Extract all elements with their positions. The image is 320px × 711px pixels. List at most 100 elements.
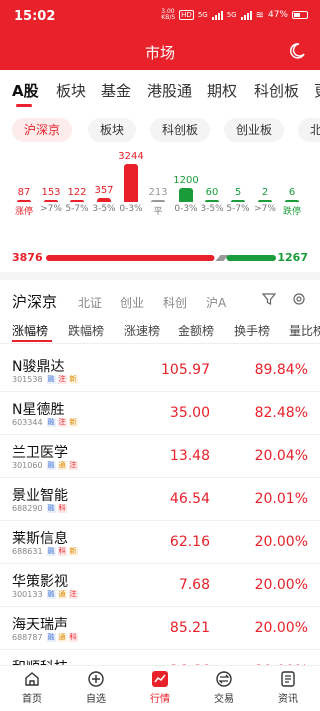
stock-row[interactable]: 华策影视 300133 融通注 7.68 20.00%: [0, 565, 320, 607]
tab-more[interactable]: 更: [314, 80, 320, 101]
stock-price: 85.21: [169, 620, 210, 636]
tab-underline: [16, 104, 32, 107]
nav-news-label: 资讯: [278, 694, 298, 705]
stock-meta: 688787 融通科: [12, 633, 78, 642]
stock-change: 82.48%: [254, 405, 308, 421]
stock-row[interactable]: 兰卫医学 301060 融通注 13.48 20.04%: [0, 436, 320, 478]
stock-code: 301538: [12, 375, 43, 384]
nav-trade-label: 交易: [214, 694, 234, 705]
stock-code: 300133: [12, 590, 43, 599]
chip-sectors[interactable]: 板块: [88, 118, 137, 142]
stock-price: 46.54: [169, 491, 210, 507]
rank-tab-speed[interactable]: 涨速榜: [124, 322, 160, 339]
nav-watchlist[interactable]: 自选: [64, 670, 128, 705]
nav-home[interactable]: 首页: [0, 670, 64, 705]
filter-icon[interactable]: [262, 292, 276, 306]
market-tab-star[interactable]: 科创: [163, 294, 187, 311]
market-tab-bse[interactable]: 北证: [78, 294, 102, 311]
stock-tag: 融: [46, 590, 56, 599]
tab-a-shares[interactable]: A股: [12, 80, 39, 101]
stock-tag: 融: [46, 461, 56, 470]
tab-star-market[interactable]: 科创板: [254, 80, 299, 101]
bottom-nav: 首页 自选 行情 交易 资讯: [0, 665, 320, 711]
dist-bar: [205, 200, 219, 202]
rank-tab-amount[interactable]: 金额榜: [178, 322, 214, 339]
main-tabs: A股 板块 基金 港股通 期权 科创板 更: [0, 76, 320, 108]
dist-count: 6: [288, 187, 296, 198]
stock-meta: 603344 融注新: [12, 418, 78, 427]
section-divider: [0, 272, 320, 280]
stock-tag: 科: [68, 633, 78, 642]
up-down-ratio: 3876 1267: [0, 249, 320, 267]
stock-tag: 科: [57, 547, 67, 556]
status-time: 15:02: [14, 9, 56, 24]
rank-tabs: 涨幅榜 跌幅榜 涨速榜 金额榜 换手榜 量比榜: [0, 318, 320, 344]
stock-row[interactable]: 海天瑞声 688787 融通科 85.21 20.00%: [0, 608, 320, 650]
news-icon: [281, 671, 295, 687]
dist-bar: [17, 200, 31, 202]
stock-row[interactable]: N星德胜 603344 融注新 35.00 82.48%: [0, 393, 320, 435]
stock-tag: 新: [68, 547, 78, 556]
chip-chinext[interactable]: 创业板: [224, 118, 285, 142]
stock-row[interactable]: 景业智能 688290 融科 46.54 20.01%: [0, 479, 320, 521]
nav-home-label: 首页: [22, 694, 42, 705]
rank-tab-losers[interactable]: 跌幅榜: [68, 322, 104, 339]
nav-news[interactable]: 资讯: [256, 670, 320, 705]
rank-tab-volume-ratio[interactable]: 量比榜: [289, 322, 320, 339]
stock-row[interactable]: 莱斯信息 688631 融科新 62.16 20.00%: [0, 522, 320, 564]
stock-tag: 注: [68, 590, 78, 599]
stock-tag: 注: [57, 418, 67, 427]
chip-bse[interactable]: 北: [298, 118, 320, 142]
nav-trade[interactable]: 交易: [192, 670, 256, 705]
stock-price: 105.97: [161, 362, 210, 378]
ratio-down-segment: [226, 255, 276, 261]
stock-tag: 融: [46, 418, 56, 427]
stock-name: 景业智能: [12, 488, 68, 504]
nav-market-label: 行情: [150, 694, 170, 705]
down-total: 1267: [277, 251, 308, 264]
market-tab-chinext[interactable]: 创业: [120, 294, 144, 311]
stock-tag: 通: [57, 461, 67, 470]
chart-icon: [152, 671, 168, 687]
dist-bar: [231, 200, 245, 202]
tab-hk-connect[interactable]: 港股通: [147, 80, 192, 101]
market-tabs: 沪深京 北证 创业 科创 沪A: [0, 286, 320, 318]
stock-name: 兰卫医学: [12, 445, 68, 461]
chip-star[interactable]: 科创板: [150, 118, 211, 142]
net-5g-label: 5G: [197, 11, 208, 19]
tab-options[interactable]: 期权: [207, 80, 237, 101]
chip-hushen[interactable]: 沪深京: [12, 118, 73, 142]
home-icon: [25, 672, 39, 686]
dist-count: 213: [148, 186, 168, 198]
exchange-icon: [216, 671, 232, 687]
stock-tag: 融: [46, 547, 56, 556]
stock-code: 688290: [12, 504, 43, 513]
dist-count: 357: [94, 184, 114, 196]
stock-change: 20.01%: [254, 491, 308, 507]
stock-price: 62.16: [169, 534, 210, 550]
stock-tag: 通: [57, 590, 67, 599]
dist-count: 1200: [173, 174, 199, 186]
stock-meta: 301538 融注新: [12, 375, 78, 384]
tab-funds[interactable]: 基金: [101, 80, 131, 101]
battery-percent: 47%: [267, 10, 288, 20]
rank-tab-underline: [12, 340, 52, 342]
nav-market[interactable]: 行情: [128, 670, 192, 705]
rank-tab-turnover[interactable]: 换手榜: [234, 322, 270, 339]
dist-label: 跌停: [282, 207, 301, 217]
tab-sectors[interactable]: 板块: [56, 80, 86, 101]
market-tab-sha[interactable]: 沪A: [206, 294, 226, 311]
dist-bar: [151, 199, 165, 202]
stock-code: 301060: [12, 461, 43, 470]
stock-tag: 科: [57, 504, 67, 513]
rank-tab-gainers[interactable]: 涨幅榜: [12, 322, 48, 339]
up-total: 3876: [12, 251, 43, 264]
market-tab-hushen[interactable]: 沪深京: [12, 291, 57, 312]
stock-name: N星德胜: [12, 402, 65, 418]
ratio-up-segment: [46, 255, 215, 261]
moon-icon[interactable]: [288, 42, 306, 60]
settings-icon[interactable]: [292, 292, 306, 306]
stock-row[interactable]: N骏鼎达 301538 融注新 105.97 89.84%: [0, 350, 320, 392]
stock-name: 华策影视: [12, 574, 68, 590]
stock-change: 89.84%: [254, 362, 308, 378]
